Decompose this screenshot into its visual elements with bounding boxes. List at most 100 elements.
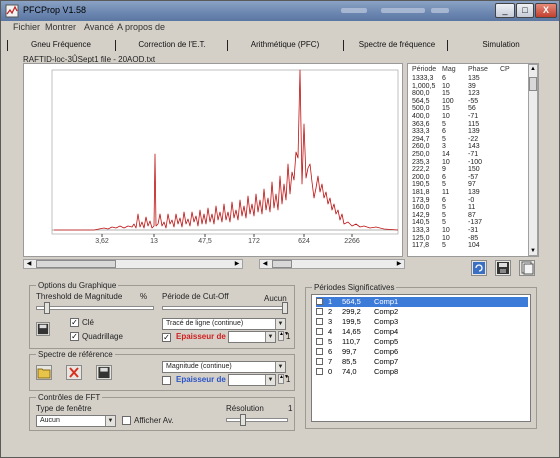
table-row[interactable]: 140,5 5 -137 [408,219,526,227]
table-row[interactable]: 1333,3 6 135 [408,75,526,83]
menu-fichier[interactable]: Fichier [13,22,40,32]
scroll-thumb[interactable] [272,260,292,268]
menu-avance[interactable]: Avancé [84,22,114,32]
row-checkbox[interactable] [316,318,323,325]
copy-button[interactable] [519,260,535,276]
list-item[interactable]: 1 564,5 Comp1 [316,297,528,307]
table-row[interactable]: 294,7 5 -22 [408,136,526,144]
list-item[interactable]: 7 85,5 Comp7 [316,357,528,367]
close-button[interactable]: X [535,3,557,18]
table-row[interactable]: 564,5 100 -55 [408,98,526,106]
refresh-button[interactable] [471,260,487,276]
tab-correction[interactable]: Correction de l'E.T. [119,38,225,52]
scroll-down-icon[interactable]: ▼ [529,247,537,255]
threshold-slider-thumb[interactable] [44,302,50,314]
resolution-slider-thumb[interactable] [240,414,246,426]
resolution-slider[interactable] [226,418,288,422]
menu-montrer[interactable]: Montrer [45,22,76,32]
table-row[interactable]: 1,000,5 10 39 [408,83,526,91]
tab-spectre[interactable]: Spectre de fréquence [347,38,447,52]
table-row[interactable]: 200,0 6 -57 [408,174,526,182]
minimize-button[interactable]: _ [495,3,515,18]
cle-checkbox[interactable]: ✓ [70,318,79,327]
table-cell: 200,0 [412,173,430,181]
period-table[interactable]: Période Mag Phase CP 1333,3 6 135 1,000,5 10… [407,63,539,257]
tab-gneu-frequence[interactable]: Gneu Fréquence [11,38,111,52]
list-item[interactable]: 3 199,5 Comp3 [316,317,528,327]
list-item[interactable]: 2 299,2 Comp2 [316,307,528,317]
table-cell: 125,0 [412,234,430,242]
row-checkbox[interactable] [316,338,323,345]
table-row[interactable]: 142,9 5 87 [408,212,526,220]
show-av-checkbox[interactable] [122,416,131,425]
open-reference-button[interactable] [36,365,52,380]
spectrum-chart[interactable]: 3,62 13 47,5 172 624 2266 [23,63,403,257]
list-item[interactable]: 0 74,0 Comp8 [316,367,528,377]
line-thickness-checkbox[interactable]: ✓ [162,333,171,342]
delete-reference-button[interactable] [66,365,82,380]
table-row[interactable]: 260,0 3 143 [408,143,526,151]
period-table-vscroll[interactable]: ▲ ▼ [528,64,538,256]
tab-arithmetique[interactable]: Arithmétique (PFC) [231,38,339,52]
scroll-thumb[interactable] [529,77,537,91]
row-checkbox[interactable] [316,308,323,315]
chart-hscroll-2[interactable]: ◀ ▶ [259,259,405,269]
list-item[interactable]: 6 99,7 Comp6 [316,347,528,357]
table-row[interactable]: 117,8 5 104 [408,242,526,250]
row-checkbox[interactable] [316,298,323,305]
table-row[interactable]: 173,9 6 -0 [408,197,526,205]
line-thickness-spinner[interactable]: ▲▼ [278,331,289,341]
scroll-right-icon[interactable]: ▶ [232,260,242,268]
window-type-select[interactable]: Aucun ▼ [36,415,116,427]
scroll-right-icon[interactable]: ▶ [394,260,404,268]
list-item[interactable]: 4 14,65 Comp4 [316,327,528,337]
list-item[interactable]: 5 110,7 Comp5 [316,337,528,347]
row-checkbox[interactable] [316,368,323,375]
row-checkbox[interactable] [316,348,323,355]
title-bar[interactable]: PFCProp V1.58 _ □ X [1,1,559,21]
reference-thickness-spinner[interactable]: ▲▼ [278,374,289,384]
reference-thickness-checkbox[interactable] [162,376,171,385]
save-options-button[interactable] [36,322,50,336]
threshold-slider[interactable] [36,306,154,310]
table-row[interactable]: 250,0 14 -71 [408,151,526,159]
cutoff-slider-thumb[interactable] [282,302,288,314]
maximize-button[interactable]: □ [516,3,534,18]
scroll-thumb[interactable] [36,260,116,268]
table-row[interactable]: 125,0 10 -85 [408,235,526,243]
scroll-left-icon[interactable]: ◀ [24,260,34,268]
table-row[interactable]: 181,8 11 139 [408,189,526,197]
table-cell: 5 [442,219,446,227]
table-row[interactable]: 160,0 5 11 [408,204,526,212]
table-row[interactable]: 190,5 5 97 [408,181,526,189]
line-thickness-input[interactable]: ▼ [228,331,276,343]
graph-options-group: Options du Graphique Threshold de Magnit… [29,281,295,349]
significant-periods-list[interactable]: 1 564,5 Comp1 2 299,2 Comp2 3 199,5 Comp3 4 14,65 C… [311,294,531,422]
scroll-up-icon[interactable]: ▲ [529,65,537,73]
reference-thickness-input[interactable]: ▼ [228,374,276,386]
scroll-left-icon[interactable]: ◀ [260,260,270,268]
tab-simulation[interactable]: Simulation [451,38,551,52]
table-row[interactable]: 333,3 6 139 [408,128,526,136]
save-chart-button[interactable] [495,260,511,276]
grid-checkbox[interactable]: ✓ [70,332,79,341]
list-cell-n: 5 [328,337,333,346]
curve-type-select[interactable]: Tracé de ligne (continue) ▼ [162,318,286,330]
table-row[interactable]: 400,0 10 -71 [408,113,526,121]
table-row[interactable]: 500,0 15 56 [408,105,526,113]
cutoff-slider[interactable] [162,306,288,310]
menu-apropos[interactable]: A propos de [117,22,165,32]
save-reference-button[interactable] [96,365,112,380]
row-checkbox[interactable] [316,328,323,335]
cle-label: Clé [82,318,95,327]
table-row[interactable]: 235,3 10 -100 [408,159,526,167]
chart-hscroll[interactable]: ◀ ▶ [23,259,243,269]
table-row[interactable]: 222,2 9 150 [408,166,526,174]
table-row[interactable]: 133,3 10 -31 [408,227,526,235]
table-cell: 139 [468,189,480,196]
row-checkbox[interactable] [316,358,323,365]
table-cell: 160,0 [412,204,430,212]
table-row[interactable]: 800,0 15 123 [408,90,526,98]
reference-curve-select[interactable]: Magnitude (continue) ▼ [162,361,286,373]
table-row[interactable]: 363,6 5 115 [408,121,526,129]
